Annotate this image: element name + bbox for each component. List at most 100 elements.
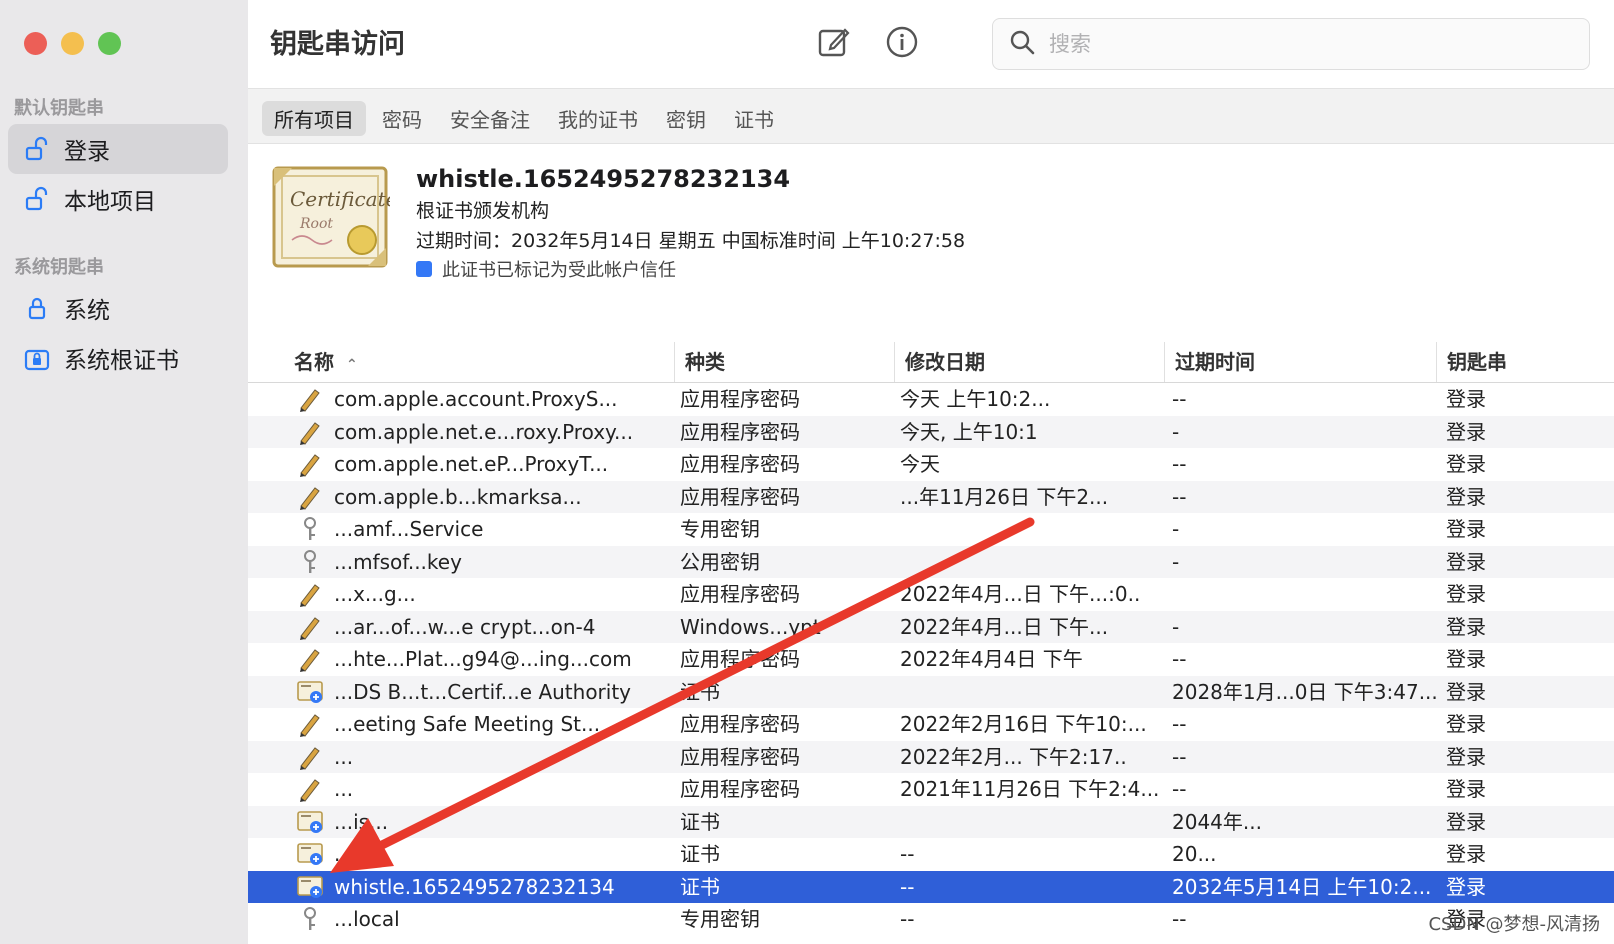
cell-expires: -- [1172,777,1187,801]
cell-modified: -- [900,907,915,931]
sidebar-item-system-roots[interactable]: 系统根证书 [8,333,228,383]
column-header-name[interactable]: 名称 ⌃ [284,342,674,382]
window-controls [24,32,121,55]
cell-kind: 应用程序密码 [680,744,800,769]
cell-modified: 2022年4月4日 下午 [900,647,1083,671]
cell-expires: 2028年1月...0日 下午3:47... [1172,679,1438,704]
column-header-modified[interactable]: 修改日期 [894,342,1164,382]
key-icon [294,546,326,579]
cell-kind: 证书 [680,842,720,866]
pencil-icon [294,611,326,644]
search-input[interactable] [1047,31,1571,57]
cell-modified: 今天 上午10:2... [900,387,1051,411]
trust-status-text: 此证书已标记为受此帐户信任 [442,260,676,281]
cell-modified: -- [900,842,915,866]
sidebar-item-local-items[interactable]: 本地项目 [8,174,228,224]
table-row[interactable]: com.apple.net.e...roxy.Proxy... 应用程序密码 今天,… [248,415,1614,448]
cell-expires: -- [1172,907,1187,931]
minimize-window-button[interactable] [61,32,84,55]
info-button[interactable] [882,24,922,64]
table-row-selected[interactable]: whistle.1652495278232134 证书 -- 2032年5月14日 上… [248,870,1614,903]
section-default-keychains: 默认钥匙串 [14,98,104,119]
table-row[interactable]: ...mfsof...key 公用密钥 - 登录 [248,545,1614,579]
table-row[interactable]: ... 应用程序密码 2022年2月... 下午2:17.. -- 登录 [248,740,1614,773]
cell-keychain: 登录 [1446,517,1486,541]
cell-name: ...DS B...t...Certif...e Authority [334,679,632,704]
table-row[interactable]: ...amf...Service 专用密钥 - 登录 [248,513,1614,546]
cell-expires: 2044年... [1172,809,1262,834]
column-header-keychain[interactable]: 钥匙串 [1436,342,1614,382]
table-row[interactable]: ...hte...Plat...g94@...ing...com 应用程序密码 20… [248,643,1614,676]
tab-passwords[interactable]: 密码 [370,101,434,136]
cell-modified: 2022年4月...日 下午... [900,614,1109,639]
selected-item-expiry: 过期时间：2032年5月14日 星期五 中国标准时间 上午10:27:58 [416,230,966,252]
cell-name: ... [334,777,354,801]
tab-all-items[interactable]: 所有项目 [262,101,366,136]
search-icon [1009,29,1035,59]
table-row[interactable]: ...is... 证书 2044年... 登录 [248,805,1614,839]
table-row[interactable]: ...ar...of...w...e crypt...on-4 Windows..… [248,610,1614,644]
tab-keys[interactable]: 密钥 [654,101,718,136]
search-field[interactable] [992,18,1590,70]
table-row[interactable]: ...local 专用密钥 -- -- 登录 [248,903,1614,936]
table-row[interactable]: ...DS B...t...Certif...e Authority 证书 2028… [248,675,1614,709]
cell-keychain: 登录 [1446,419,1486,444]
tab-certificates[interactable]: 证书 [722,101,786,136]
cell-modified: -- [900,874,915,899]
pencil-icon [294,383,326,416]
table-row[interactable]: ... 证书 -- 20... 登录 [248,838,1614,871]
table-row[interactable]: com.apple.net.eP...ProxyT... 应用程序密码 今天 -- 登录 [248,448,1614,481]
cell-expires: -- [1172,484,1187,509]
cell-name: ...eeting Safe Meeting St... [334,712,601,736]
table-row[interactable]: ... 应用程序密码 2021年11月26日 下午2:4... -- 登录 [248,773,1614,806]
cell-keychain: 登录 [1446,614,1486,639]
cell-kind: 应用程序密码 [680,452,800,476]
cell-kind: 证书 [680,809,720,834]
tab-secure-notes[interactable]: 安全备注 [438,101,542,136]
cell-keychain: 登录 [1446,874,1486,899]
svg-text:Certificate: Certificate [290,187,390,211]
cell-keychain: 登录 [1446,484,1486,509]
cell-kind: Windows...ypt [680,614,821,639]
certificate-icon [294,806,326,839]
cell-modified [900,806,1168,839]
cell-name: ...local [334,907,400,931]
pencil-icon [294,448,326,481]
cell-keychain: 登录 [1446,744,1486,769]
key-icon [294,513,326,546]
cell-keychain: 登录 [1446,777,1486,801]
new-item-button[interactable] [814,24,854,64]
table-row[interactable]: com.apple.account.ProxyS... 应用程序密码 今天 上午10… [248,383,1614,416]
table-row[interactable]: ...x...g... 应用程序密码 2022年4月...日 下午...:0.. 登录 [248,578,1614,611]
certificate-icon [294,676,326,709]
column-header-expires[interactable]: 过期时间 [1164,342,1436,382]
zoom-window-button[interactable] [98,32,121,55]
cell-kind: 应用程序密码 [680,712,800,736]
table-row[interactable]: ...eeting Safe Meeting St... 应用程序密码 2022年2… [248,708,1614,741]
cell-keychain: 登录 [1446,647,1486,671]
cell-modified: 2021年11月26日 下午2:4... [900,777,1160,801]
cell-name: com.apple.net.e...roxy.Proxy... [334,419,634,444]
cell-keychain: 登录 [1446,712,1486,736]
table-row[interactable]: com.apple.b...kmarksa... 应用程序密码 ...年11月26日… [248,480,1614,514]
cell-keychain: 登录 [1446,809,1486,834]
pencil-icon [294,481,326,514]
tab-my-certificates[interactable]: 我的证书 [546,101,650,136]
cell-name: ... [334,744,354,769]
cell-name: ...amf...Service [334,517,484,541]
cell-name: ...mfsof...key [334,549,462,574]
cell-name: whistle.1652495278232134 [334,874,615,899]
cell-expires: -- [1172,452,1187,476]
items-table: com.apple.account.ProxyS... 应用程序密码 今天 上午10… [248,383,1614,936]
close-window-button[interactable] [24,32,47,55]
cell-modified: 2022年4月...日 下午...:0.. [900,582,1141,606]
pencil-icon [294,708,326,741]
cell-expires: - [1172,549,1180,574]
cell-keychain: 登录 [1446,582,1486,606]
sidebar: 默认钥匙串 登录 本地项目 系统钥匙串 系统 系统根证书 [0,0,248,944]
sidebar-item-system[interactable]: 系统 [8,283,228,333]
column-header-kind[interactable]: 种类 [674,342,894,382]
cell-kind: 应用程序密码 [680,582,800,606]
sidebar-item-login[interactable]: 登录 [8,124,228,174]
sidebar-item-label: 登录 [64,139,110,165]
